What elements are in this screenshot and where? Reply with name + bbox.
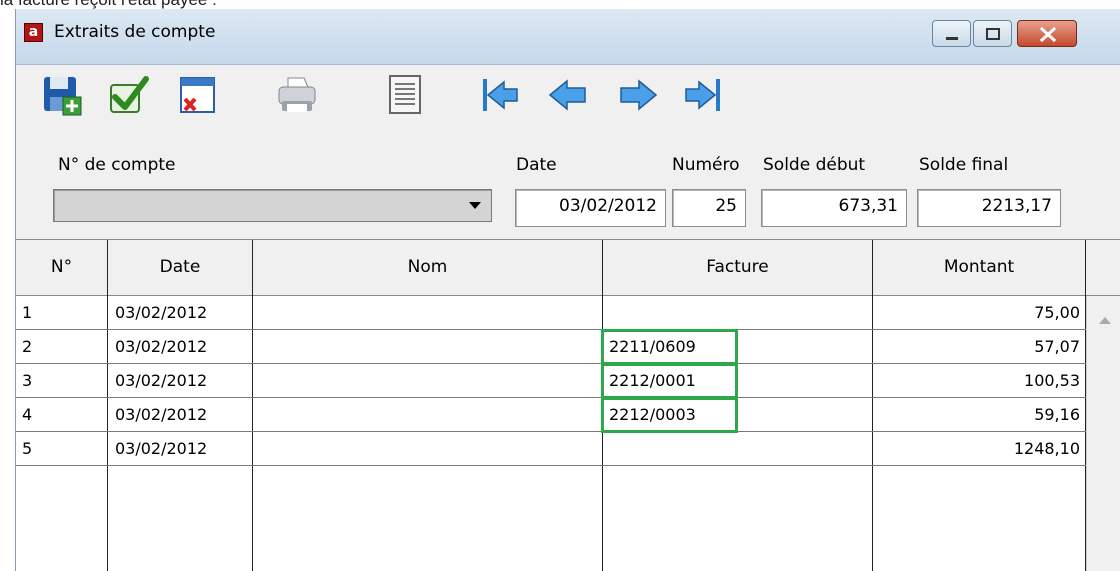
cell-n: 3 — [22, 371, 33, 390]
cell-date: 03/02/2012 — [115, 371, 208, 390]
toolbar — [16, 65, 1120, 123]
column-header-facture[interactable]: Facture — [603, 240, 873, 295]
vertical-scrollbar[interactable] — [1086, 296, 1120, 571]
cell-n: 1 — [22, 303, 33, 322]
title-bar[interactable]: a Extraits de compte — [16, 9, 1120, 65]
start-balance-label: Solde début — [763, 155, 866, 175]
first-record-icon — [483, 79, 518, 111]
invoice-highlight-box — [601, 329, 738, 365]
document-list-icon — [389, 75, 421, 114]
cell-montant: 59,16 — [1034, 405, 1080, 424]
document-button[interactable] — [383, 73, 427, 117]
column-header-nom[interactable]: Nom — [253, 240, 603, 295]
maximize-button[interactable] — [973, 20, 1012, 47]
last-record-button[interactable] — [681, 73, 725, 117]
cell-montant: 100,53 — [1024, 371, 1080, 390]
first-record-button[interactable] — [478, 73, 522, 117]
cell-date: 03/02/2012 — [115, 337, 208, 356]
window-title: Extraits de compte — [54, 22, 216, 42]
cell-date: 03/02/2012 — [115, 303, 208, 322]
next-record-button[interactable] — [616, 73, 660, 117]
final-balance-field[interactable]: 2213,17 — [917, 189, 1061, 227]
save-new-button[interactable] — [41, 73, 85, 117]
close-icon — [1039, 26, 1057, 43]
previous-record-button[interactable] — [546, 73, 590, 117]
cell-date: 03/02/2012 — [115, 405, 208, 424]
invoice-highlight-box — [601, 397, 738, 433]
next-record-icon — [620, 79, 658, 111]
last-record-icon — [685, 79, 720, 111]
delete-button[interactable] — [176, 73, 220, 117]
cell-date: 03/02/2012 — [115, 439, 208, 458]
extraits-window: a Extraits de compte N° de compte Date N… — [15, 9, 1120, 571]
final-balance-label: Solde final — [919, 155, 1009, 175]
start-balance-field[interactable]: 673,31 — [761, 189, 907, 227]
app-logo-icon: a — [24, 23, 43, 42]
printer-icon — [278, 77, 316, 112]
minimize-button[interactable] — [932, 20, 971, 47]
date-field[interactable]: 03/02/2012 — [515, 189, 666, 227]
validate-check-icon — [110, 76, 149, 113]
cell-n: 2 — [22, 337, 33, 356]
table-row[interactable]: 3 03/02/2012 2212/0001 100,53 — [16, 364, 1086, 398]
maximize-icon — [986, 28, 1000, 40]
cell-n: 5 — [22, 439, 33, 458]
account-combo[interactable] — [53, 189, 492, 222]
table-header: N° Date Nom Facture Montant — [16, 240, 1120, 296]
scroll-up-icon — [1099, 317, 1111, 324]
cell-n: 4 — [22, 405, 33, 424]
number-label: Numéro — [672, 155, 740, 175]
date-label: Date — [516, 155, 557, 175]
cell-montant: 57,07 — [1034, 337, 1080, 356]
invoice-highlight-box — [601, 363, 738, 399]
column-header-montant[interactable]: Montant — [873, 240, 1086, 295]
previous-record-icon — [548, 79, 586, 111]
number-field[interactable]: 25 — [672, 189, 746, 227]
cell-montant: 75,00 — [1034, 303, 1080, 322]
print-button[interactable] — [276, 73, 320, 117]
table-row[interactable]: 5 03/02/2012 1248,10 — [16, 432, 1086, 466]
minimize-icon — [946, 37, 958, 40]
entries-table: N° Date Nom Facture Montant 1 03/02/2012… — [16, 239, 1120, 571]
column-header-date[interactable]: Date — [108, 240, 253, 295]
table-row[interactable]: 4 03/02/2012 2212/0003 59,16 — [16, 398, 1086, 432]
save-new-icon — [44, 77, 82, 116]
account-label: N° de compte — [58, 155, 176, 175]
cell-montant: 1248,10 — [1013, 439, 1080, 458]
chevron-down-icon[interactable] — [462, 193, 488, 218]
delete-window-icon — [180, 77, 215, 113]
close-button[interactable] — [1017, 20, 1077, 47]
column-header-n[interactable]: N° — [16, 240, 108, 295]
table-row[interactable]: 1 03/02/2012 75,00 — [16, 296, 1086, 330]
table-row[interactable]: 2 03/02/2012 2211/0609 57,07 — [16, 330, 1086, 364]
validate-button[interactable] — [108, 73, 152, 117]
